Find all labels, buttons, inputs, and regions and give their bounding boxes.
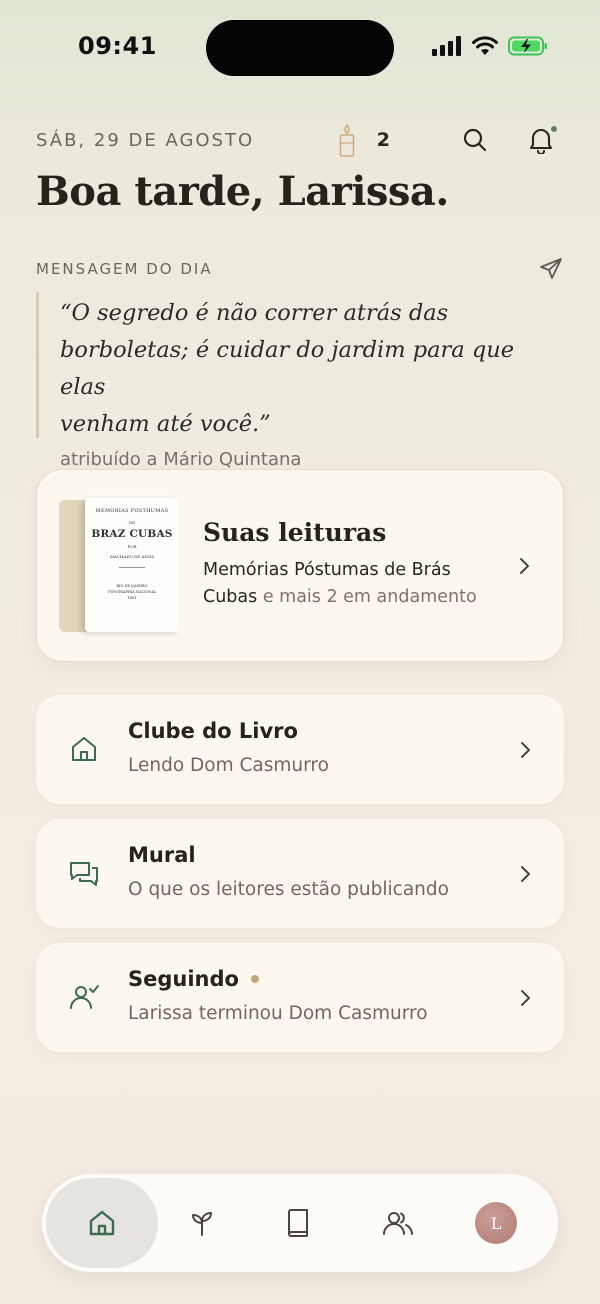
users-icon [383,1212,413,1235]
cover-text: POR [127,544,137,549]
cellular-signal-icon [432,36,461,56]
sprout-icon [192,1212,212,1236]
quote-attribution: atribuído a Mário Quintana [60,449,302,470]
chevron-right-icon [521,989,530,1006]
list-item-subtitle: Lendo Dom Casmurro [128,755,329,776]
reading-title: Suas leituras [203,518,387,547]
tab-community[interactable] [342,1178,454,1268]
user-check-icon [70,985,99,1009]
cover-text: MEMORIAS POSTHUMAS [95,508,169,514]
home-icon [72,737,96,761]
tab-library[interactable] [242,1178,354,1268]
cover-text: DE [128,520,136,525]
tab-home[interactable] [46,1178,158,1268]
list-item-following[interactable]: Seguindo Larissa terminou Dom Casmurro [36,943,564,1052]
chevron-right-icon [521,865,530,882]
date-label: SÁB, 29 DE AGOSTO [36,129,255,151]
list-item-title: Clube do Livro [128,719,298,743]
candle-count: 2 [376,129,390,151]
list-item-title: Seguindo [128,967,259,991]
reading-text: Suas leituras Memórias Póstumas de Brás … [203,518,503,611]
book-cover: MEMORIAS POSTHUMAS DE BRAZ CUBAS POR MAC… [85,498,179,632]
chevron-right-icon [521,741,530,758]
chevron-right-icon [520,557,529,574]
status-time: 09:41 [78,32,157,60]
candle-streak[interactable]: 2 [337,123,390,157]
send-icon[interactable] [538,256,564,282]
greeting-title: Boa tarde, Larissa. [36,168,449,215]
home-icon [89,1210,115,1236]
header-row: SÁB, 29 DE AGOSTO 2 [36,122,558,158]
quote-line: venham até você.” [60,411,271,437]
tab-bar: L [42,1174,558,1272]
battery-charging-icon [508,36,547,56]
notification-dot [550,125,558,133]
quote-line: “O segredo é não correr atrás das [60,300,449,326]
search-button[interactable] [460,125,490,155]
cover-author: MACHADO DE ASSIS [109,554,155,559]
list-item-subtitle: Larissa terminou Dom Casmurro [128,1003,428,1024]
book-icon [288,1209,308,1237]
notifications-button[interactable] [526,125,558,155]
reading-subtitle: Memórias Póstumas de Brás Cubas e mais 2… [203,557,503,611]
cover-text: 1881 [127,596,137,600]
search-icon [463,128,487,152]
cover-title: BRAZ CUBAS [91,528,173,540]
candle-icon [339,123,355,157]
cover-text: TYPOGRAPHIA NACIONAL [107,590,157,594]
chat-icon [70,862,98,886]
list-item-book-club[interactable]: Clube do Livro Lendo Dom Casmurro [36,695,564,804]
quote-line: borboletas; é cuidar do jardim para que … [60,337,515,400]
new-activity-dot [250,975,259,983]
list-item-mural[interactable]: Mural O que os leitores estão publicando [36,819,564,928]
reading-card[interactable]: MEMORIAS POSTHUMAS DE BRAZ CUBAS POR MAC… [36,469,564,662]
list-item-subtitle: O que os leitores estão publicando [128,879,449,900]
list-item-title-text: Seguindo [128,967,239,991]
message-label: MENSAGEM DO DIA [36,260,213,278]
message-header: MENSAGEM DO DIA [36,256,564,282]
reading-more: e mais 2 em andamento [257,587,477,607]
quote-text: “O segredo é não correr atrás das borbol… [60,295,566,443]
list-item-title: Mural [128,843,196,867]
status-bar: 09:41 [0,0,600,96]
tab-profile[interactable]: L [440,1178,552,1268]
status-icons [432,36,548,56]
wifi-icon [472,36,498,55]
avatar: L [475,1202,517,1244]
quote-block: “O segredo é não correr atrás das borbol… [36,292,566,470]
cover-text: RIO DE JANEIRO [116,584,148,588]
dynamic-island [206,20,394,76]
cover-rule [119,567,145,568]
